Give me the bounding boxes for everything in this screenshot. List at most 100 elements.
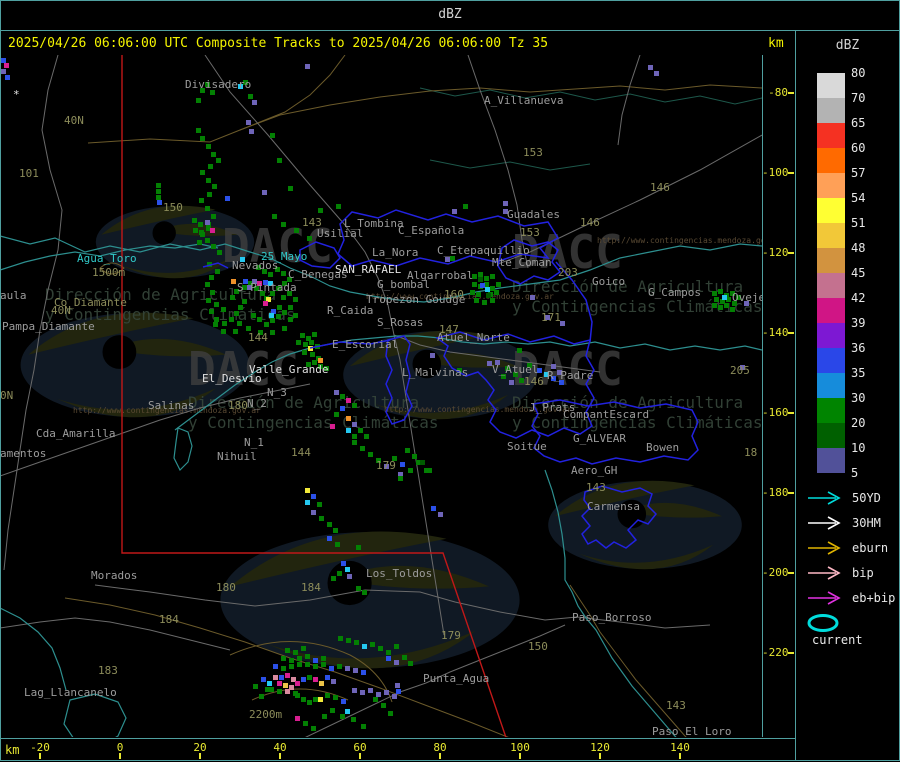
radar-echo-cell xyxy=(295,693,300,698)
radar-echo-cell xyxy=(346,638,351,643)
radar-echo-cell xyxy=(724,303,729,308)
radar-echo-cell xyxy=(267,681,272,686)
x-axis-tick-mark xyxy=(599,753,601,759)
map-place-label: 1500m xyxy=(92,266,125,279)
radar-echo-cell xyxy=(408,468,413,473)
radar-echo-cell xyxy=(294,228,299,233)
map-place-label: Mte_Coman xyxy=(492,256,552,269)
radar-echo-cell xyxy=(265,687,270,692)
track-arrow-icon xyxy=(808,491,841,505)
map-place-label: 153 xyxy=(523,146,543,159)
legend-track-row: 30HM xyxy=(806,514,881,536)
radar-echo-cell xyxy=(340,406,345,411)
track-arrow-icon xyxy=(808,541,841,555)
x-axis-tick-mark xyxy=(199,753,201,759)
radar-echo-cell xyxy=(718,305,723,310)
radar-echo-cell xyxy=(368,452,373,457)
legend-value-label: 45 xyxy=(851,266,866,280)
legend-value-label: 36 xyxy=(851,341,866,355)
legend-track-label: current xyxy=(812,632,863,647)
radar-echo-cell xyxy=(156,183,161,188)
radar-echo-cell xyxy=(273,675,278,680)
radar-echo-cell xyxy=(230,295,235,300)
radar-echo-cell xyxy=(452,209,457,214)
radar-echo-cell xyxy=(478,277,483,282)
radar-echo-cell xyxy=(318,208,323,213)
radar-echo-cell xyxy=(352,688,357,693)
legend-track-row: current xyxy=(806,614,900,647)
radar-echo-cell xyxy=(313,697,318,702)
map-place-label: Agua_Toro xyxy=(77,252,137,265)
radar-echo-cell xyxy=(352,434,357,439)
title-bar: dBZ xyxy=(0,0,900,31)
y-axis-tick-label: -160 xyxy=(762,406,789,419)
radar-echo-cell xyxy=(322,714,327,719)
map-place-label: aula xyxy=(0,289,27,302)
map-place-label: 150 xyxy=(528,640,548,653)
radar-echo-cell xyxy=(209,275,214,280)
radar-echo-cell xyxy=(395,683,400,688)
radar-echo-cell xyxy=(430,353,435,358)
radar-echo-cell xyxy=(272,214,277,219)
radar-echo-cell xyxy=(229,317,234,322)
radar-echo-cell xyxy=(288,317,293,322)
map-place-label: A_Villanueva xyxy=(484,94,563,107)
radar-echo-cell xyxy=(321,662,326,667)
legend-value-label: 65 xyxy=(851,116,866,130)
radar-echo-cell xyxy=(277,681,282,686)
radar-echo-cell xyxy=(381,703,386,708)
radar-echo-cell xyxy=(480,283,485,288)
window-title: dBZ xyxy=(438,7,462,22)
radar-echo-cell xyxy=(309,340,314,345)
radar-echo-cell xyxy=(313,664,318,669)
radar-echo-cell xyxy=(283,683,288,688)
radar-echo-cell xyxy=(302,350,307,355)
legend-track-row: eb+bip xyxy=(806,589,895,611)
radar-echo-cell xyxy=(360,690,365,695)
radar-echo-cell xyxy=(352,440,357,445)
radar-echo-cell xyxy=(340,394,345,399)
radar-echo-cell xyxy=(331,576,336,581)
watermark-url: http://www.contingencias.mendoza.gov.ar xyxy=(597,236,762,245)
radar-echo-cell xyxy=(214,302,219,307)
radar-echo-cell xyxy=(242,299,247,304)
radar-echo-cell xyxy=(340,714,345,719)
legend-value-label: 5 xyxy=(851,466,859,480)
map-place-label: Lag_Llancanelo xyxy=(24,686,117,699)
legend-value-label: 80 xyxy=(851,66,866,80)
legend-track-label: bip xyxy=(852,566,874,580)
map-place-label: 183 xyxy=(98,664,118,677)
radar-echo-cell xyxy=(530,295,535,300)
radar-echo-cell xyxy=(225,196,230,201)
map-place-label: Oveje xyxy=(732,291,762,304)
radar-echo-cell xyxy=(305,662,310,667)
radar-echo-cell xyxy=(398,476,403,481)
radar-echo-cell xyxy=(654,71,659,76)
radar-echo-cell xyxy=(408,661,413,666)
radar-echo-cell xyxy=(281,271,286,276)
radar-echo-cell xyxy=(233,329,238,334)
map-place-label: 203 xyxy=(558,266,578,279)
y-axis-tick-mark xyxy=(788,172,794,174)
legend-color-cell xyxy=(817,248,845,273)
x-axis-tick-mark xyxy=(279,753,281,759)
map-place-label: Paso_El_Loro xyxy=(652,725,731,737)
radar-map[interactable]: DACC DACC DACC DACC Dirección de Agricultura… xyxy=(0,55,763,737)
map-place-label: CompantEscard xyxy=(563,408,649,421)
track-arrow-icon xyxy=(808,591,841,605)
radar-echo-cell xyxy=(331,679,336,684)
radar-echo-cell xyxy=(338,636,343,641)
map-place-label: amentos xyxy=(0,447,46,460)
radar-echo-cell xyxy=(311,510,316,515)
radar-echo-cell xyxy=(327,522,332,527)
map-place-label: 171 xyxy=(541,311,561,324)
radar-echo-cell xyxy=(394,660,399,665)
radar-echo-cell xyxy=(205,282,210,287)
radar-echo-cell xyxy=(352,422,357,427)
route-line xyxy=(87,84,762,144)
radar-echo-cell xyxy=(276,314,281,319)
radar-map-canvas[interactable]: DACC DACCDACC DACCDirección de Agricultura… xyxy=(0,55,762,737)
y-axis-tick-label: -100 xyxy=(762,166,789,179)
radar-echo-cell xyxy=(156,189,161,194)
radar-echo-cell xyxy=(503,201,508,206)
